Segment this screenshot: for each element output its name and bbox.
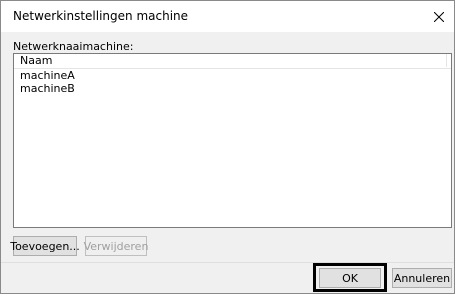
close-button[interactable] xyxy=(428,6,450,28)
dialog-footer: OK Annuleren xyxy=(1,263,454,293)
remove-button[interactable]: Verwijderen xyxy=(84,236,148,256)
list-item[interactable]: machineA xyxy=(20,69,75,82)
dialog-window: Netwerkinstellingen machine Netwerknaaim… xyxy=(0,0,455,294)
window-title: Netwerkinstellingen machine xyxy=(13,9,189,23)
machine-list[interactable]: Naam machineA machineB xyxy=(13,53,452,228)
dialog-body: Netwerknaaimachine: Naam machineA machin… xyxy=(1,32,454,262)
add-button[interactable]: Toevoegen... xyxy=(10,236,80,256)
list-header: Naam xyxy=(14,54,451,69)
column-header-name[interactable]: Naam xyxy=(14,54,447,67)
close-icon xyxy=(434,12,444,22)
list-item[interactable]: machineB xyxy=(20,82,75,95)
title-bar: Netwerkinstellingen machine xyxy=(1,1,454,32)
ok-button[interactable]: OK xyxy=(319,268,381,288)
cancel-button[interactable]: Annuleren xyxy=(392,268,452,288)
network-machine-label: Netwerknaaimachine: xyxy=(13,40,134,53)
